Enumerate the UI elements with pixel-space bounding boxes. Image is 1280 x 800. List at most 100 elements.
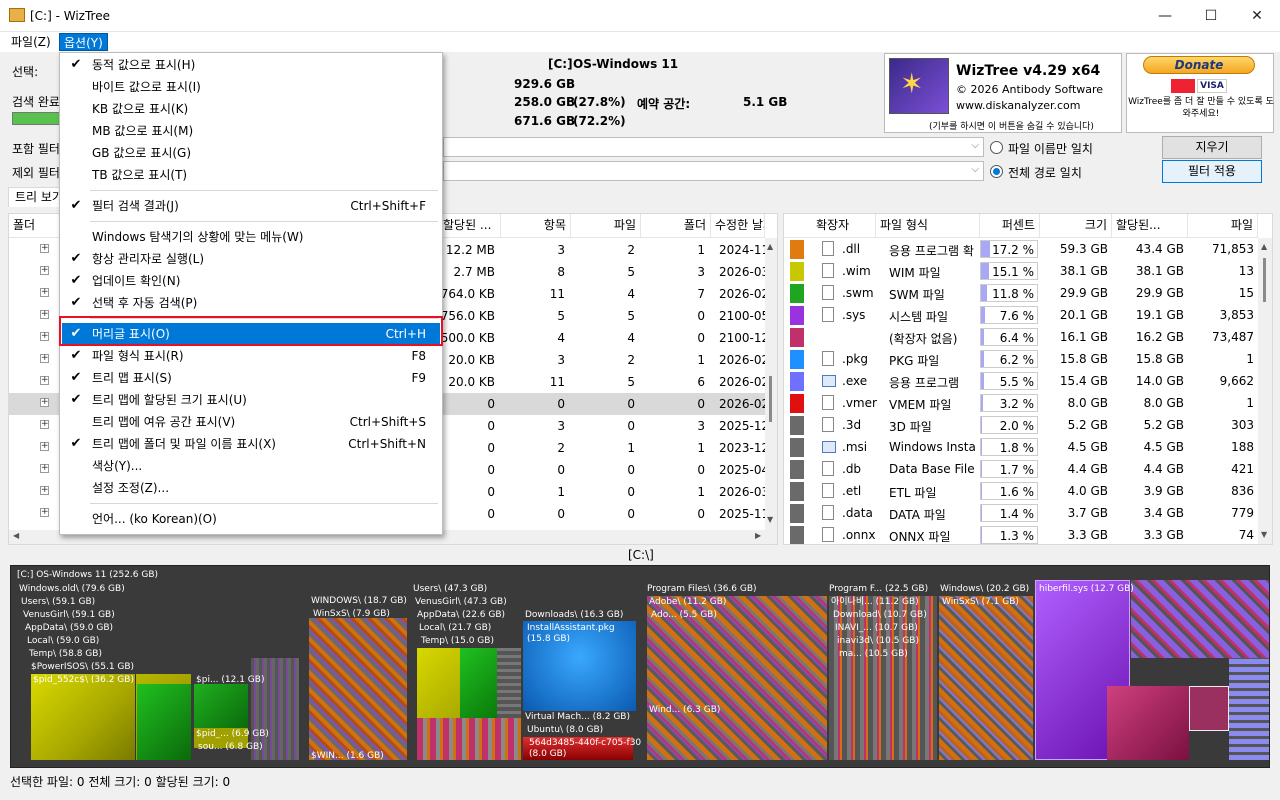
ext-row[interactable]: .onnx ONNX 파일 1.3 % 3.3 GB 3.3 GB 74	[784, 524, 1258, 544]
donate-button[interactable]: Donate	[1143, 56, 1255, 74]
apply-filter-button[interactable]: 필터 적용	[1162, 160, 1262, 183]
menu-item[interactable]: 바이트 값으로 표시(I)	[62, 76, 440, 98]
tree-vertical-scrollbar[interactable]: ▲ ▼	[765, 238, 777, 530]
ext-row[interactable]: .pkg PKG 파일 6.2 % 15.8 GB 15.8 GB 1	[784, 348, 1258, 370]
treemap-block-noext2[interactable]	[1189, 686, 1229, 731]
menu-item[interactable]: ✔ 파일 형식 표시(R) F8	[62, 345, 440, 367]
col-folders[interactable]: 폴더	[641, 214, 711, 238]
ext-row[interactable]: .swm SWM 파일 11.8 % 29.9 GB 29.9 GB 15	[784, 282, 1258, 304]
minimize-button[interactable]: —	[1142, 0, 1188, 32]
menu-item[interactable]: 언어... (ko Korean)(O)	[62, 508, 440, 530]
expand-icon[interactable]: +	[40, 420, 49, 429]
chevron-down-icon[interactable]: ⌵	[971, 140, 979, 151]
col-items[interactable]: 항목	[501, 214, 571, 238]
ext-row[interactable]: .vmer VMEM 파일 3.2 % 8.0 GB 8.0 GB 1	[784, 392, 1258, 414]
close-button[interactable]: ✕	[1234, 0, 1280, 32]
treemap[interactable]: [C:] OS-Windows 11 (252.6 GB) Windows.ol…	[10, 565, 1270, 768]
menu-item[interactable]: ✔ 필터 검색 결과(J) Ctrl+Shift+F	[62, 195, 440, 217]
ext-row[interactable]: .dll 응용 프로그램 확 17.2 % 59.3 GB 43.4 GB 71,853	[784, 238, 1258, 260]
cell-ext: .dll	[842, 242, 861, 256]
radio-full-path[interactable]	[990, 165, 1003, 178]
menu-item[interactable]: MB 값으로 표시(M)	[62, 120, 440, 142]
percent-bar: 1.4 %	[980, 504, 1038, 522]
expand-icon[interactable]: +	[40, 442, 49, 451]
col-files[interactable]: 파일	[571, 214, 641, 238]
website-link[interactable]: www.diskanalyzer.com	[956, 99, 1081, 112]
ext-row[interactable]: (확장자 없음) 6.4 % 16.1 GB 16.2 GB 73,487	[784, 326, 1258, 348]
col-allocated[interactable]: 할당된 ...	[439, 214, 501, 238]
ext-row[interactable]: .exe 응용 프로그램 5.5 % 15.4 GB 14.0 GB 9,662	[784, 370, 1258, 392]
menu-item[interactable]: KB 값으로 표시(K)	[62, 98, 440, 120]
ext-row[interactable]: .etl ETL 파일 1.6 % 4.0 GB 3.9 GB 836	[784, 480, 1258, 502]
ext-row[interactable]: .sys 시스템 파일 7.6 % 20.1 GB 19.1 GB 3,853	[784, 304, 1258, 326]
expand-icon[interactable]: +	[40, 266, 49, 275]
cell-date: 2026-02	[719, 375, 770, 389]
menu-item[interactable]: 색상(Y)...	[62, 455, 440, 477]
clear-button[interactable]: 지우기	[1162, 136, 1262, 159]
expand-icon[interactable]: +	[40, 310, 49, 319]
treemap-block-noext[interactable]	[1107, 686, 1189, 760]
menu-item[interactable]: ✔ 항상 관리자로 실행(L)	[62, 248, 440, 270]
col-file-type[interactable]: 파일 형식	[876, 214, 980, 238]
cell-alloc: 3.3 GB	[1143, 528, 1184, 542]
cell-ext: .wim	[842, 264, 871, 278]
treemap-block-swm2[interactable]	[194, 684, 248, 728]
col-percent[interactable]: 퍼센트	[980, 214, 1040, 238]
msi-icon	[822, 441, 836, 453]
include-filter-input[interactable]: ⌵	[443, 137, 984, 157]
menu-item[interactable]: 트리 맵에 여유 공간 표시(V) Ctrl+Shift+S	[62, 411, 440, 433]
expand-icon[interactable]: +	[40, 332, 49, 341]
menu-item[interactable]: ✔ 트리 맵에 할당된 크기 표시(U)	[62, 389, 440, 411]
treemap-block-swm[interactable]	[137, 684, 191, 760]
col-extension[interactable]: 확장자	[784, 214, 876, 238]
treemap-block-windows-sxs[interactable]	[309, 618, 407, 760]
menu-file[interactable]: 파일(Z)	[7, 33, 55, 51]
ext-row[interactable]: .wim WIM 파일 15.1 % 38.1 GB 38.1 GB 13	[784, 260, 1258, 282]
ext-row[interactable]: .db Data Base File 1.7 % 4.4 GB 4.4 GB 421	[784, 458, 1258, 480]
treemap-block-wim-large[interactable]	[31, 674, 136, 760]
expand-icon[interactable]: +	[40, 354, 49, 363]
menu-item-shortcut: Ctrl+Shift+N	[348, 437, 426, 451]
treemap-block-misc2[interactable]	[1131, 580, 1269, 658]
expand-icon[interactable]: +	[40, 244, 49, 253]
col-allocated-ext[interactable]: 할당된...	[1112, 214, 1188, 238]
logo-panel: ✶ WizTree v4.29 x64 © 2026 Antibody Soft…	[884, 53, 1122, 133]
ext-row[interactable]: .3d 3D 파일 2.0 % 5.2 GB 5.2 GB 303	[784, 414, 1258, 436]
title-bar: [C:] - WizTree — ☐ ✕	[0, 0, 1280, 32]
menu-options[interactable]: 옵션(Y)	[59, 33, 108, 51]
color-swatch	[790, 460, 804, 479]
treemap-block-windows[interactable]	[939, 596, 1033, 760]
menu-item[interactable]: GB 값으로 표시(G)	[62, 142, 440, 164]
exclude-filter-input[interactable]: ⌵	[443, 161, 984, 181]
menu-item[interactable]: ✔ 트리 맵 표시(S) F9	[62, 367, 440, 389]
treemap-block-appdata-misc[interactable]	[417, 718, 521, 760]
col-size[interactable]: 크기	[1040, 214, 1112, 238]
expand-icon[interactable]: +	[40, 398, 49, 407]
free-size: 671.6 GB	[514, 114, 576, 128]
ext-vertical-scrollbar[interactable]: ▲ ▼	[1258, 238, 1272, 544]
cell-alloc: 2.7 MB	[453, 265, 495, 279]
treemap-block-misc3[interactable]	[1229, 658, 1269, 760]
col-modified[interactable]: 수정한 날짜	[711, 214, 765, 238]
expand-icon[interactable]: +	[40, 508, 49, 517]
cell-folders: 0	[697, 507, 705, 521]
menu-item[interactable]: Windows 탐색기의 상황에 맞는 메뉴(W)	[62, 226, 440, 248]
radio-filename-only[interactable]	[990, 141, 1003, 154]
chevron-down-icon[interactable]: ⌵	[971, 164, 979, 175]
col-file-count[interactable]: 파일	[1188, 214, 1258, 238]
treemap-block-temp-swm[interactable]	[460, 648, 497, 718]
ext-row[interactable]: .data DATA 파일 1.4 % 3.7 GB 3.4 GB 779	[784, 502, 1258, 524]
expand-icon[interactable]: +	[40, 376, 49, 385]
menu-item[interactable]: TB 값으로 표시(T)	[62, 164, 440, 186]
menu-item[interactable]: 설정 조정(Z)...	[62, 477, 440, 499]
expand-icon[interactable]: +	[40, 464, 49, 473]
menu-item[interactable]: ✔ 트리 맵에 폴더 및 파일 이름 표시(X) Ctrl+Shift+N	[62, 433, 440, 455]
expand-icon[interactable]: +	[40, 486, 49, 495]
treemap-block-local-misc[interactable]	[497, 648, 521, 718]
ext-row[interactable]: .msi Windows Installe 1.8 % 4.5 GB 4.5 GB 188	[784, 436, 1258, 458]
menu-item[interactable]: ✔ 선택 후 자동 검색(P)	[62, 292, 440, 314]
expand-icon[interactable]: +	[40, 288, 49, 297]
menu-item[interactable]: ✔ 업데이트 확인(N)	[62, 270, 440, 292]
menu-item[interactable]: ✔ 동적 값으로 표시(H)	[62, 54, 440, 76]
maximize-button[interactable]: ☐	[1188, 0, 1234, 32]
